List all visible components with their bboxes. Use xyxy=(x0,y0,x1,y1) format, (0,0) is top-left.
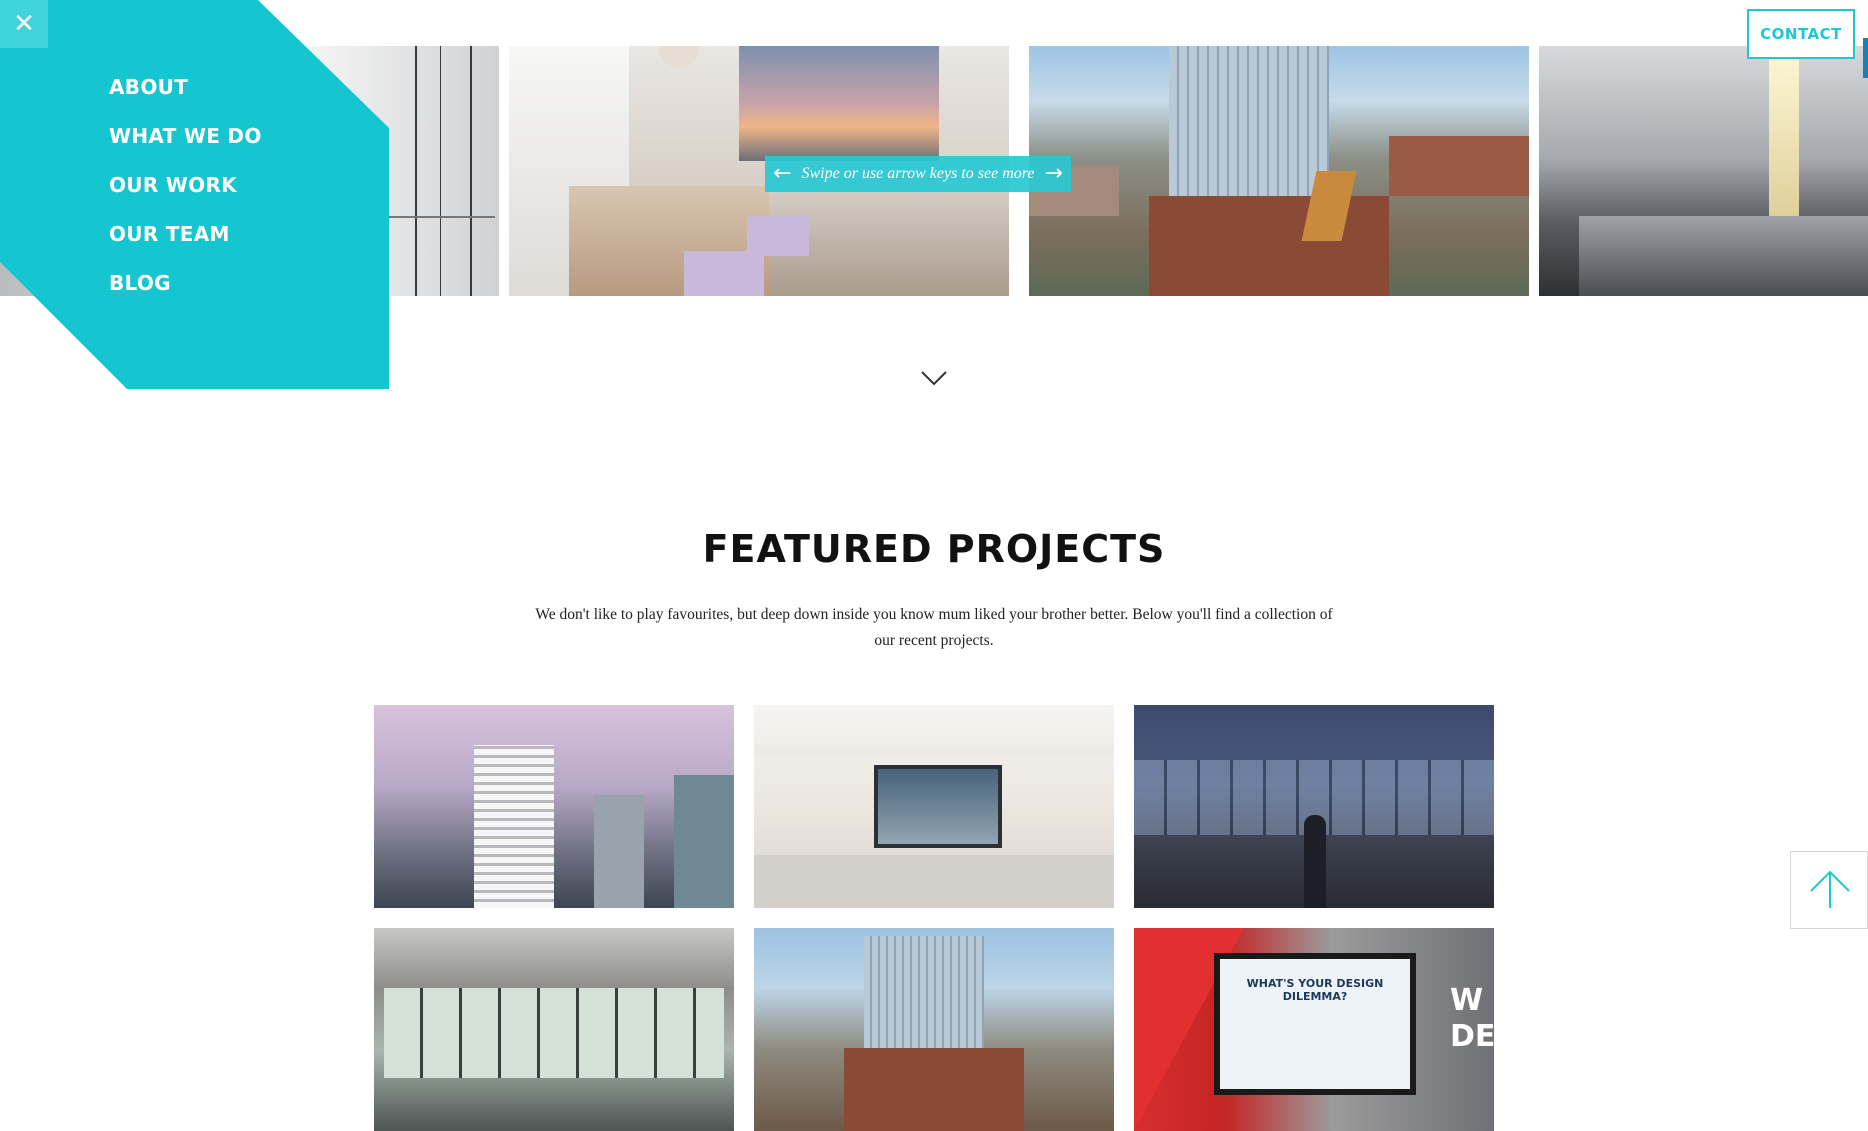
chevron-down-icon[interactable] xyxy=(920,370,948,386)
arrow-right-icon[interactable]: → xyxy=(1045,163,1063,185)
arrow-left-icon[interactable]: ← xyxy=(773,163,791,185)
project-tile-presentation-centre[interactable] xyxy=(754,705,1114,908)
contact-button[interactable]: CONTACT xyxy=(1747,9,1855,59)
project-tile-night-office[interactable] xyxy=(1134,705,1494,908)
menu-item-blog[interactable]: BLOG xyxy=(109,266,262,315)
back-to-top-button[interactable] xyxy=(1790,851,1868,929)
menu-item-our-work[interactable]: OUR WORK xyxy=(109,168,262,217)
project-tile-design-dilemma[interactable]: WHAT'S YOUR DESIGN DILEMMA? W DES xyxy=(1134,928,1494,1131)
swipe-hint-text: Swipe or use arrow keys to see more xyxy=(801,165,1035,182)
monitor: WHAT'S YOUR DESIGN DILEMMA? xyxy=(1214,953,1416,1095)
menu-list: ABOUT WHAT WE DO OUR WORK OUR TEAM BLOG xyxy=(109,70,262,315)
menu-item-what-we-do[interactable]: WHAT WE DO xyxy=(109,119,262,168)
carousel-slide-lobby[interactable] xyxy=(1539,46,1868,296)
arrow-up-icon xyxy=(1810,870,1850,908)
project-tile-glass-lounge[interactable] xyxy=(374,928,734,1131)
carousel-slide-office-tower[interactable] xyxy=(1029,46,1529,296)
wall-text: W DES xyxy=(1450,983,1494,1054)
close-menu-button[interactable]: ✕ xyxy=(0,0,48,48)
monitor-text: WHAT'S YOUR DESIGN DILEMMA? xyxy=(1246,977,1384,1003)
side-menu: ✕ ABOUT WHAT WE DO OUR WORK OUR TEAM BLO… xyxy=(0,0,390,390)
close-icon: ✕ xyxy=(13,9,35,39)
project-tile-residential-tower[interactable] xyxy=(374,705,734,908)
swipe-hint: ← Swipe or use arrow keys to see more → xyxy=(765,156,1071,192)
featured-title: FEATURED PROJECTS xyxy=(702,527,1166,571)
edge-tab[interactable] xyxy=(1863,38,1868,78)
project-tile-office-tower[interactable] xyxy=(754,928,1114,1131)
menu-item-about[interactable]: ABOUT xyxy=(109,70,262,119)
featured-description: We don't like to play favourites, but de… xyxy=(535,606,1333,649)
menu-item-our-team[interactable]: OUR TEAM xyxy=(109,217,262,266)
